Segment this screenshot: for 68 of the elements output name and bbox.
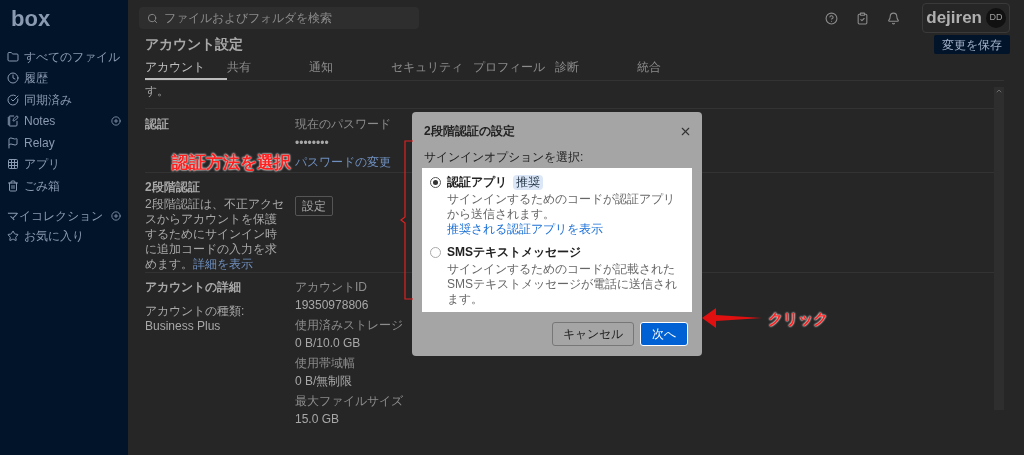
text-fragment: す。 (145, 83, 170, 100)
tab[interactable]: セキュリティ (391, 58, 473, 80)
folder-icon (7, 50, 19, 63)
option-label: 認証アプリ (447, 174, 507, 191)
dialog-title: 2段階認証の設定 (423, 123, 515, 140)
annotation-text: クリック (768, 309, 828, 329)
cancel-button[interactable]: キャンセル (552, 322, 634, 346)
field-label: 現在のパスワード (295, 116, 391, 133)
add-icon[interactable] (111, 116, 121, 127)
tab[interactable]: 通知 (309, 58, 391, 80)
section-heading: アカウントの詳細 (145, 279, 242, 296)
sidebar-item[interactable]: すべてのファイル (7, 46, 121, 68)
field-value: 0 B/無制限 (295, 373, 354, 390)
setup-button[interactable]: 設定 (295, 196, 333, 216)
sidebar-item[interactable]: 履歴 (7, 67, 121, 89)
bell-icon[interactable] (887, 11, 901, 25)
help-icon[interactable] (825, 11, 839, 25)
star-icon (7, 230, 19, 242)
sidebar-item[interactable]: Notes (7, 110, 121, 132)
tab[interactable]: 共有 (227, 58, 309, 80)
field-value: 19350978806 (295, 297, 370, 314)
section-heading: 認証 (145, 116, 170, 133)
clipboard-icon[interactable] (856, 11, 870, 25)
flag-icon (7, 136, 19, 149)
annotation-text: 認証方法を選択 (172, 152, 291, 174)
check-circle-icon (7, 93, 19, 106)
link[interactable]: 推奨される認証アプリを表示 (447, 222, 603, 236)
field-label: アカウントID (295, 279, 368, 296)
sidebar-item[interactable]: アプリ (7, 153, 121, 175)
sidebar-item[interactable]: お気に入り (7, 225, 121, 247)
page-title: アカウント設定 (145, 35, 243, 54)
option-label: SMSテキストメッセージ (447, 244, 581, 261)
save-button[interactable]: 変更を保存 (934, 35, 1010, 54)
section-heading: 2段階認証 (145, 179, 201, 196)
section-heading: マイコレクション (7, 207, 104, 225)
tab[interactable]: アカウント (145, 58, 227, 80)
tab[interactable]: 診断 (555, 58, 637, 80)
scroll-up-icon[interactable] (995, 87, 1003, 95)
tab[interactable]: プロフィール (473, 58, 555, 80)
avatar: DD (986, 8, 1006, 28)
field-value: 0 B/10.0 GB (295, 335, 362, 352)
option-description: サインインするためのコードが記載されたSMSテキストメッセージが電話に送信されます。 (446, 262, 678, 307)
field-label: 使用済みストレージ (295, 317, 403, 334)
search-icon (147, 12, 158, 24)
account-menu[interactable]: dejiren DD (922, 3, 1010, 33)
sidebar-item[interactable]: Relay (7, 132, 121, 154)
grid-icon (7, 158, 19, 171)
add-icon[interactable] (111, 210, 121, 221)
change-password-link[interactable]: パスワードの変更 (295, 153, 391, 171)
clock-icon (7, 72, 19, 85)
sidebar-item[interactable]: 同期済み (7, 89, 121, 111)
sidebar-item[interactable]: ごみ箱 (7, 175, 121, 197)
password-value: •••••••• (295, 135, 330, 152)
details-link[interactable]: 詳細を表示 (193, 257, 253, 271)
description-text: 2段階認証は、不正アクセスからアカウントを保護するためにサインイン時に追加コードの入力を求めます。詳細を表示 (145, 197, 285, 272)
field-label: 使用帯域幅 (295, 355, 356, 372)
field-value: 15.0 GB (295, 411, 341, 428)
trash-icon (7, 179, 19, 192)
tab[interactable]: 統合 (637, 58, 719, 80)
next-button[interactable]: 次へ (640, 322, 688, 346)
badge: 推奨 (513, 174, 543, 190)
logo[interactable]: box (11, 8, 51, 30)
brand-logo: dejiren (926, 7, 982, 30)
prompt-text: サインインオプションを選択: (423, 149, 585, 166)
notes-icon (7, 115, 19, 128)
option-description: サインインするためのコードが認証アプリから送信されます。 推奨される認証アプリを表示 (446, 192, 676, 237)
field-label: 最大ファイルサイズ (295, 393, 403, 410)
account-type: アカウントの種類: Business Plus (145, 304, 246, 334)
